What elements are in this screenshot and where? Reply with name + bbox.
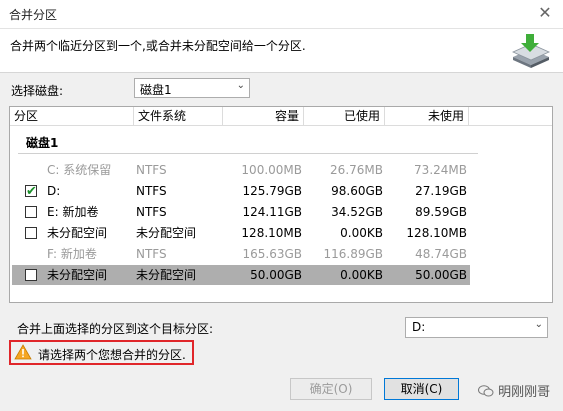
capacity-value: 50.00GB	[250, 268, 302, 282]
header-description: 合并两个临近分区到一个,或合并未分配空间给一个分区.	[10, 39, 306, 53]
file-system: NTFS	[136, 247, 167, 261]
watermark-text: 明刚刚哥	[498, 385, 551, 400]
used-value: 0.00KB	[340, 226, 383, 240]
capacity-value: 128.10MB	[241, 226, 302, 240]
window-title: 合并分区	[9, 8, 58, 22]
table-row[interactable]: C: 系统保留 NTFS 100.00MB 26.76MB 73.24MB	[12, 160, 470, 180]
file-system: 未分配空间	[136, 268, 197, 282]
group-divider	[18, 153, 478, 154]
ok-button[interactable]: 确定(O)	[290, 378, 372, 400]
table-row[interactable]: ✔ D: NTFS 125.79GB 98.60GB 27.19GB	[12, 181, 470, 201]
title-bar: 合并分区 ✕	[0, 0, 563, 29]
table-row[interactable]: 未分配空间 未分配空间 50.00GB 0.00KB 50.00GB	[12, 265, 470, 285]
partition-name: C: 系统保留	[47, 163, 112, 177]
disk-dropdown-value: 磁盘1	[140, 83, 172, 97]
warning-icon	[14, 344, 32, 360]
merge-partition-icon	[512, 34, 550, 68]
free-value: 48.74GB	[415, 247, 467, 261]
partition-name: E: 新加卷	[47, 205, 99, 219]
free-value: 27.19GB	[415, 184, 467, 198]
chevron-down-icon: ⌄	[534, 319, 543, 330]
used-value: 34.52GB	[331, 205, 383, 219]
table-row[interactable]: 未分配空间 未分配空间 128.10MB 0.00KB 128.10MB	[12, 223, 470, 243]
column-header-used[interactable]: 已使用	[304, 107, 385, 126]
target-partition-value: D:	[412, 320, 426, 334]
target-partition-label: 合并上面选择的分区到这个目标分区:	[17, 322, 214, 336]
capacity-value: 100.00MB	[241, 163, 302, 177]
capacity-value: 165.63GB	[242, 247, 302, 261]
free-value: 50.00GB	[415, 268, 467, 282]
select-disk-label: 选择磁盘:	[11, 84, 64, 98]
warning-text: 请选择两个您想合并的分区.	[38, 348, 186, 362]
free-value: 73.24MB	[414, 163, 467, 177]
column-header-filesystem[interactable]: 文件系统	[134, 107, 223, 126]
disk-group-title: 磁盘1	[26, 136, 59, 150]
used-value: 116.89GB	[323, 247, 383, 261]
row-checkbox[interactable]: ✔	[25, 184, 37, 199]
warning-message: 请选择两个您想合并的分区.	[9, 340, 194, 365]
partition-name: F: 新加卷	[47, 247, 97, 261]
column-header-free[interactable]: 未使用	[385, 107, 469, 126]
table-row[interactable]: F: 新加卷 NTFS 165.63GB 116.89GB 48.74GB	[12, 244, 470, 264]
file-system: 未分配空间	[136, 226, 197, 240]
partition-name: 未分配空间	[47, 268, 108, 282]
row-checkbox[interactable]	[25, 206, 37, 218]
watermark: 明刚刚哥	[478, 381, 550, 400]
close-icon[interactable]: ✕	[535, 3, 555, 23]
used-value: 0.00KB	[340, 268, 383, 282]
free-value: 128.10MB	[406, 226, 467, 240]
capacity-value: 125.79GB	[242, 184, 302, 198]
chevron-down-icon: ⌄	[236, 80, 245, 91]
column-header-partition[interactable]: 分区	[10, 107, 134, 126]
used-value: 26.76MB	[330, 163, 383, 177]
row-checkbox[interactable]	[25, 227, 37, 239]
wechat-icon	[478, 385, 494, 397]
row-checkbox[interactable]	[25, 269, 37, 281]
free-value: 89.59GB	[415, 205, 467, 219]
partition-name: D:	[47, 184, 61, 198]
check-icon: ✔	[26, 184, 37, 199]
disk-dropdown[interactable]: 磁盘1 ⌄	[134, 78, 250, 98]
cancel-button[interactable]: 取消(C)	[384, 378, 459, 400]
column-header-capacity[interactable]: 容量	[223, 107, 304, 126]
table-header: 分区 文件系统 容量 已使用 未使用	[10, 107, 552, 126]
file-system: NTFS	[136, 184, 167, 198]
partition-name: 未分配空间	[47, 226, 108, 240]
used-value: 98.60GB	[331, 184, 383, 198]
target-partition-dropdown[interactable]: D: ⌄	[405, 317, 548, 338]
file-system: NTFS	[136, 163, 167, 177]
table-row[interactable]: E: 新加卷 NTFS 124.11GB 34.52GB 89.59GB	[12, 202, 470, 222]
dialog-header: 合并两个临近分区到一个,或合并未分配空间给一个分区.	[0, 29, 563, 73]
file-system: NTFS	[136, 205, 167, 219]
capacity-value: 124.11GB	[242, 205, 302, 219]
partition-table: 分区 文件系统 容量 已使用 未使用 磁盘1 C: 系统保留 NTFS 100.00…	[9, 106, 553, 303]
